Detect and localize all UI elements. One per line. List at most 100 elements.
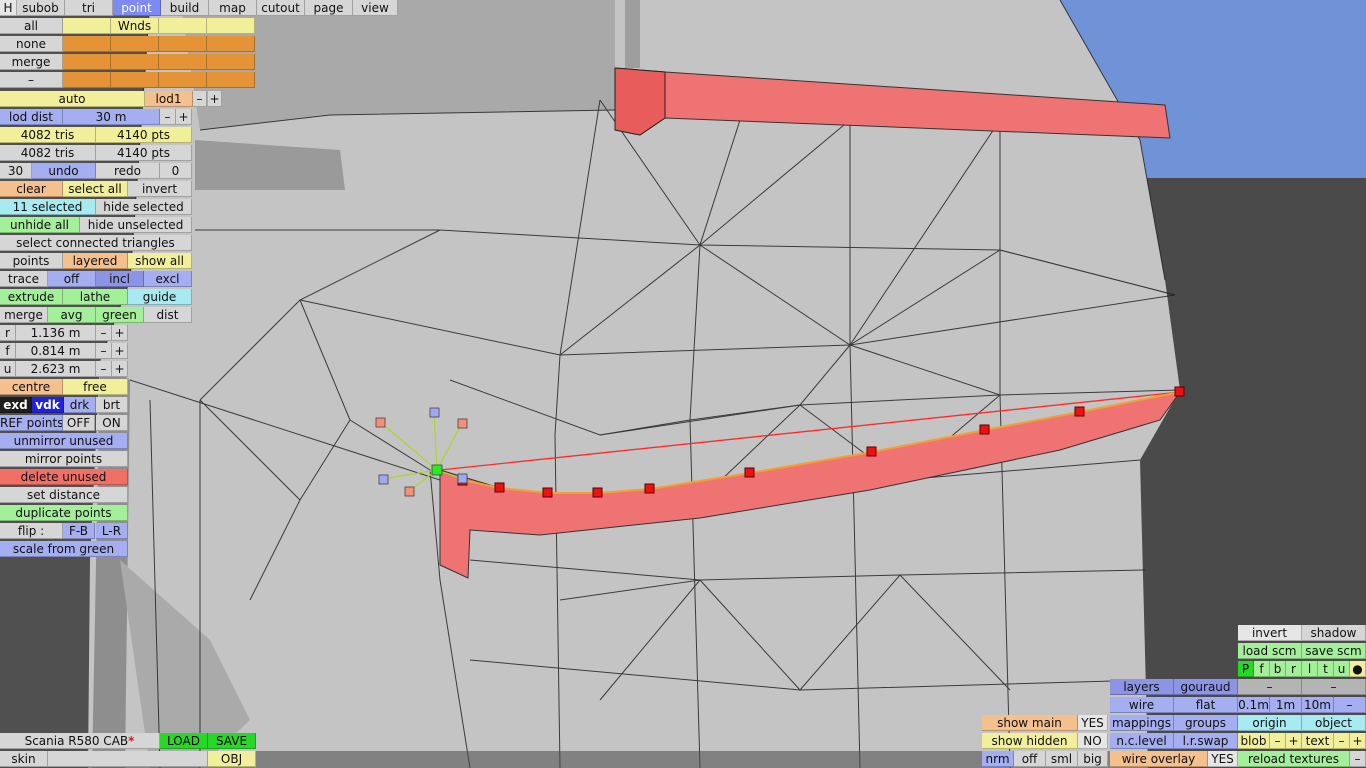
- show-main-value[interactable]: YES: [1078, 715, 1108, 731]
- merge-points-button[interactable]: merge: [0, 307, 48, 323]
- flag-u[interactable]: u: [1334, 661, 1350, 677]
- lod-plus-button[interactable]: +: [208, 91, 222, 107]
- shadow-button[interactable]: shadow: [1302, 625, 1366, 641]
- menu-point[interactable]: point: [113, 0, 161, 16]
- grid-01m-button[interactable]: 0.1m: [1238, 697, 1270, 713]
- exd-button[interactable]: exd: [0, 397, 32, 413]
- trace-excl-button[interactable]: excl: [144, 271, 192, 287]
- set-distance-button[interactable]: set distance: [0, 487, 128, 503]
- save-scm-button[interactable]: save scm: [1302, 643, 1366, 659]
- group-cell[interactable]: [159, 54, 207, 70]
- flip-fb-button[interactable]: F-B: [63, 523, 95, 539]
- load-scm-button[interactable]: load scm: [1238, 643, 1302, 659]
- wnds-group-cell[interactable]: [63, 18, 111, 34]
- show-hidden-value[interactable]: NO: [1078, 733, 1108, 749]
- clear-button[interactable]: clear: [0, 181, 63, 197]
- merge-groups-button[interactable]: merge: [0, 54, 63, 70]
- avg-button[interactable]: avg: [48, 307, 96, 323]
- nrm-button[interactable]: nrm: [982, 751, 1014, 767]
- group-cell[interactable]: [207, 36, 255, 52]
- pivot-centre-button[interactable]: centre: [0, 379, 63, 395]
- reload-minus-button[interactable]: –: [1350, 751, 1366, 767]
- lathe-button[interactable]: lathe: [63, 289, 128, 305]
- trace-incl-button[interactable]: incl: [96, 271, 144, 287]
- menu-cutout[interactable]: cutout: [257, 0, 305, 16]
- dot-toggle[interactable]: ●: [1350, 661, 1366, 677]
- group-cell[interactable]: [111, 54, 159, 70]
- group-cell[interactable]: [63, 54, 111, 70]
- coord-r-minus[interactable]: –: [96, 325, 112, 341]
- coord-u-minus[interactable]: –: [96, 361, 112, 377]
- guide-button[interactable]: guide: [128, 289, 192, 305]
- nc-level-button[interactable]: n.c.level: [1110, 733, 1174, 749]
- select-none-button[interactable]: none: [0, 36, 63, 52]
- green-button[interactable]: green: [96, 307, 144, 323]
- undo-button[interactable]: undo: [32, 163, 96, 179]
- group-cell[interactable]: [111, 36, 159, 52]
- show-main-label[interactable]: show main: [982, 715, 1078, 731]
- obj-button[interactable]: OBJ: [208, 751, 256, 767]
- dash-left-button[interactable]: –: [1238, 679, 1302, 695]
- wnds-label[interactable]: Wnds: [111, 18, 159, 34]
- group-cell[interactable]: [207, 54, 255, 70]
- delete-unused-button[interactable]: delete unused: [0, 469, 128, 485]
- points-mode-button[interactable]: points: [0, 253, 63, 269]
- gouraud-button[interactable]: gouraud: [1174, 679, 1238, 695]
- reload-textures-button[interactable]: reload textures: [1238, 751, 1350, 767]
- text-minus[interactable]: –: [1334, 733, 1350, 749]
- grid-10m-button[interactable]: 10m: [1302, 697, 1334, 713]
- group-cell[interactable]: [159, 72, 207, 88]
- skin-field[interactable]: [48, 751, 208, 767]
- menu-page[interactable]: page: [305, 0, 353, 16]
- lod-dist-value[interactable]: 30 m: [63, 109, 160, 125]
- flag-r[interactable]: r: [1286, 661, 1302, 677]
- coord-f-minus[interactable]: –: [96, 343, 112, 359]
- coord-value-r[interactable]: 1.136 m: [16, 325, 96, 341]
- wire-overlay-value[interactable]: YES: [1208, 751, 1238, 767]
- object-button[interactable]: object: [1302, 715, 1366, 731]
- lr-swap-button[interactable]: l.r.swap: [1174, 733, 1238, 749]
- unmirror-unused-button[interactable]: unmirror unused: [0, 433, 128, 449]
- mirror-points-button[interactable]: mirror points: [0, 451, 128, 467]
- hide-unselected-button[interactable]: hide unselected: [80, 217, 192, 233]
- dist-button[interactable]: dist: [144, 307, 192, 323]
- groups-button[interactable]: groups: [1174, 715, 1238, 731]
- unhide-all-button[interactable]: unhide all: [0, 217, 80, 233]
- coord-value-f[interactable]: 0.814 m: [16, 343, 96, 359]
- blob-plus[interactable]: +: [1286, 733, 1302, 749]
- lod-minus-button[interactable]: –: [193, 91, 207, 107]
- scale-from-green-button[interactable]: scale from green: [0, 541, 128, 557]
- origin-button[interactable]: origin: [1238, 715, 1302, 731]
- mappings-button[interactable]: mappings: [1110, 715, 1174, 731]
- grid-1m-button[interactable]: 1m: [1270, 697, 1302, 713]
- trace-off-button[interactable]: off: [48, 271, 96, 287]
- brt-button[interactable]: brt: [96, 397, 128, 413]
- lod-auto-button[interactable]: auto: [0, 91, 145, 107]
- extrude-button[interactable]: extrude: [0, 289, 63, 305]
- flip-lr-button[interactable]: L-R: [96, 523, 128, 539]
- flag-t[interactable]: t: [1318, 661, 1334, 677]
- group-cell[interactable]: [111, 72, 159, 88]
- group-cell[interactable]: [63, 36, 111, 52]
- vdk-button[interactable]: vdk: [32, 397, 64, 413]
- show-hidden-label[interactable]: show hidden: [982, 733, 1078, 749]
- group-cell[interactable]: [159, 36, 207, 52]
- menu-subob[interactable]: subob: [17, 0, 65, 16]
- menu-map[interactable]: map: [209, 0, 257, 16]
- menu-view[interactable]: view: [353, 0, 398, 16]
- flag-p[interactable]: P: [1238, 661, 1254, 677]
- lod-dist-plus[interactable]: +: [176, 109, 192, 125]
- h-button[interactable]: H: [0, 0, 17, 16]
- save-button[interactable]: SAVE: [208, 733, 256, 749]
- blob-minus[interactable]: –: [1270, 733, 1286, 749]
- sml-button[interactable]: sml: [1046, 751, 1078, 767]
- show-all-button[interactable]: show all: [128, 253, 192, 269]
- coord-u-plus[interactable]: +: [112, 361, 128, 377]
- wire-overlay-label[interactable]: wire overlay: [1110, 751, 1208, 767]
- wire-button[interactable]: wire: [1110, 697, 1174, 713]
- invert-selection-button[interactable]: invert: [128, 181, 192, 197]
- file-name[interactable]: Scania R580 CAB*: [0, 733, 160, 749]
- select-connected-button[interactable]: select connected triangles: [0, 235, 192, 251]
- drk-button[interactable]: drk: [64, 397, 96, 413]
- group-cell[interactable]: [207, 18, 255, 34]
